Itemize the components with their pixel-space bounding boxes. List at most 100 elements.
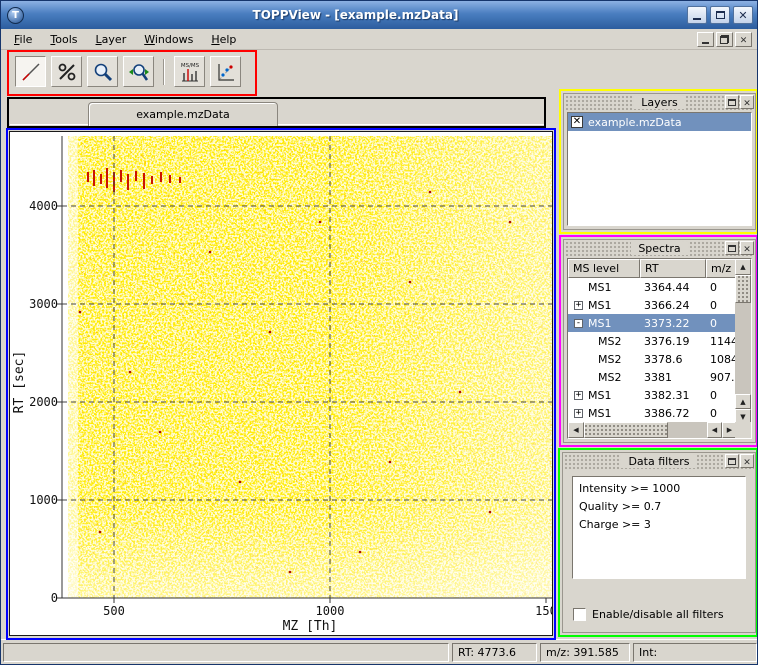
horizontal-scroll-thumb[interactable] <box>584 422 668 438</box>
y-axis-label: RT [sec] <box>12 351 27 414</box>
zoom-button[interactable] <box>87 56 118 87</box>
x-tick: 500 <box>103 604 125 618</box>
layers-panel-titlebar[interactable]: Layers <box>565 95 754 110</box>
menu-help[interactable]: Help <box>202 30 245 49</box>
layer-name: example.mzData <box>588 116 682 129</box>
float-icon <box>728 245 736 252</box>
msms-button[interactable]: MS/MS <box>174 56 205 87</box>
cell-rt: 3381 <box>640 371 706 384</box>
spectra-float-button[interactable] <box>725 241 739 255</box>
cell-mz: 0 <box>706 317 737 330</box>
spectra-panel-titlebar[interactable]: Spectra <box>565 241 754 256</box>
cell-ms-level: -MS1 <box>568 317 640 330</box>
data-filters-close-button[interactable] <box>740 454 754 468</box>
menu-windows[interactable]: Windows <box>135 30 202 49</box>
window-close-button[interactable] <box>733 6 753 24</box>
menu-layer[interactable]: Layer <box>87 30 136 49</box>
filter-item[interactable]: Intensity >= 1000 <box>573 480 745 498</box>
spectrum-row[interactable]: +MS1 3382.31 0 <box>568 386 737 404</box>
y-tick: 1000 <box>29 493 58 507</box>
data-filters-title: Data filters <box>621 455 696 468</box>
intensity-map-svg[interactable]: 4000 3000 2000 1000 0 500 1000 150 MZ [T… <box>10 132 552 635</box>
mdi-restore-button[interactable] <box>716 32 733 47</box>
layers-float-button[interactable] <box>725 95 739 109</box>
horizontal-scrollbar[interactable] <box>568 422 737 438</box>
window-titlebar[interactable]: T TOPPView - [example.mzData] <box>1 1 758 29</box>
column-header-rt[interactable]: RT <box>640 259 706 278</box>
close-icon <box>738 9 747 22</box>
cell-ms-level: MS1 <box>568 281 640 294</box>
spectra-table-header: MS level RT m/z <box>568 259 737 278</box>
spectra-rows: MS1 3364.44 0 +MS1 3366.24 0 -MS1 3373.2… <box>568 278 737 424</box>
data-filters-titlebar[interactable]: Data filters <box>564 454 754 469</box>
scroll-up-button[interactable] <box>735 394 751 409</box>
intensity-percentage-button[interactable] <box>51 56 82 87</box>
window-title: TOPPView - [example.mzData] <box>30 8 681 22</box>
expander-icon[interactable]: + <box>574 391 583 400</box>
window-maximize-button[interactable] <box>710 6 730 24</box>
cell-rt: 3373.22 <box>640 317 706 330</box>
spectrum-row[interactable]: MS2 3376.19 1144. <box>568 332 737 350</box>
data-filters-float-button[interactable] <box>725 454 739 468</box>
expander-icon[interactable]: + <box>574 301 583 310</box>
filter-item[interactable]: Quality >= 0.7 <box>573 498 745 516</box>
menu-tools[interactable]: Tools <box>41 30 86 49</box>
cell-rt: 3378.6 <box>640 353 706 366</box>
ms-level: MS2 <box>598 371 621 384</box>
plot-mode-button[interactable] <box>15 56 46 87</box>
spectrum-row[interactable]: +MS1 3366.24 0 <box>568 296 737 314</box>
window-minimize-button[interactable] <box>687 6 707 24</box>
status-rt-field: RT: 4773.6 <box>452 643 537 662</box>
cell-rt: 3382.31 <box>640 389 706 402</box>
menu-file[interactable]: File <box>5 30 41 49</box>
filter-list[interactable]: Intensity >= 1000 Quality >= 0.7 Charge … <box>572 476 746 579</box>
y-tick: 2000 <box>29 395 58 409</box>
toolbar-separator <box>163 59 165 85</box>
toppview-window: T TOPPView - [example.mzData] File Tools… <box>0 0 758 665</box>
spectrum-row[interactable]: +MS1 3386.72 0 <box>568 404 737 422</box>
cell-rt: 3386.72 <box>640 407 706 420</box>
scroll-up-button[interactable] <box>735 259 751 275</box>
cell-rt: 3364.44 <box>640 281 706 294</box>
x-axis-label: MZ [Th] <box>283 619 338 634</box>
toolbar: MS/MS <box>15 56 241 87</box>
cell-ms-level: MS2 <box>568 371 640 384</box>
spectra-close-button[interactable] <box>740 241 754 255</box>
cell-mz: 0 <box>706 389 737 402</box>
layer-item[interactable]: example.mzData <box>568 113 751 131</box>
expander-icon[interactable]: + <box>574 409 583 418</box>
snap-to-data-button[interactable] <box>210 56 241 87</box>
spectra-table: MS level RT m/z MS1 3364.44 0 +MS1 3366.… <box>567 258 752 439</box>
spectrum-row[interactable]: MS2 3378.6 1084. <box>568 350 737 368</box>
spectrum-row[interactable]: MS2 3381 907.6 <box>568 368 737 386</box>
spectrum-row-selected[interactable]: -MS1 3373.22 0 <box>568 314 737 332</box>
cell-mz: 1084. <box>706 353 737 366</box>
reset-zoom-button[interactable] <box>123 56 154 87</box>
cell-mz: 1144. <box>706 335 737 348</box>
scroll-left-button[interactable] <box>568 422 584 438</box>
mdi-close-button[interactable] <box>735 32 752 47</box>
expander-icon[interactable]: - <box>574 319 583 328</box>
msms-spectrum-icon: MS/MS <box>179 61 201 83</box>
layers-close-button[interactable] <box>740 95 754 109</box>
layers-panel: Layers example.mzData <box>563 93 756 230</box>
scroll-left-button[interactable] <box>707 422 722 438</box>
layers-panel-title: Layers <box>634 96 684 109</box>
column-header-ms-level[interactable]: MS level <box>568 259 640 278</box>
spectrum-row[interactable]: MS1 3364.44 0 <box>568 278 737 296</box>
ms-level: MS1 <box>588 281 611 294</box>
status-mz-field: m/z: 391.585 <box>540 643 630 662</box>
scatter-points-icon <box>215 61 237 83</box>
ms-level: MS2 <box>598 353 621 366</box>
enable-filters-label: Enable/disable all filters <box>592 608 724 621</box>
mdi-minimize-button[interactable] <box>697 32 714 47</box>
vertical-scroll-thumb[interactable] <box>735 275 751 303</box>
cell-rt: 3376.19 <box>640 335 706 348</box>
enable-filters-checkbox[interactable] <box>573 608 586 621</box>
filter-item[interactable]: Charge >= 3 <box>573 516 745 534</box>
layer-visibility-checkbox[interactable] <box>571 116 583 128</box>
tab-example-mzdata[interactable]: example.mzData <box>88 102 278 127</box>
tab-bar: example.mzData <box>10 99 544 127</box>
vertical-scrollbar[interactable] <box>735 259 751 424</box>
column-header-mz[interactable]: m/z <box>706 259 737 278</box>
